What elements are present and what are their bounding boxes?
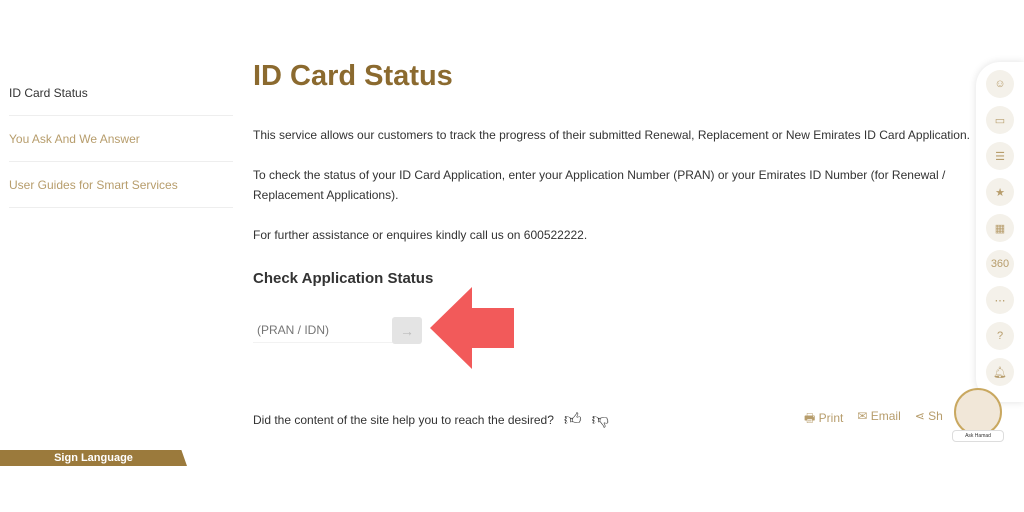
map-icon[interactable]: ⋯ <box>986 286 1014 314</box>
quick-access-rail: ☺ ▭ ☰ ★ ▦ 360 ⋯ ? 🔔︎ <box>976 62 1024 402</box>
services-icon[interactable]: ▦ <box>986 214 1014 242</box>
submit-button[interactable]: → <box>392 317 422 344</box>
assistant-avatar <box>954 388 1002 436</box>
sidebar-item-you-ask[interactable]: You Ask And We Answer <box>9 116 233 162</box>
list-icon[interactable]: ☰ <box>986 142 1014 170</box>
thumbs-down-icon[interactable]: 👎︎ <box>592 409 609 430</box>
arrow-right-icon: → <box>400 322 414 339</box>
rating-icon[interactable]: ★ <box>986 178 1014 206</box>
feedback: Did the content of the site help you to … <box>253 409 609 430</box>
avatar-icon[interactable]: ☺ <box>986 70 1014 98</box>
assistant-label: Ask Hamad <box>952 430 1004 442</box>
instructions-text: To check the status of your ID Card Appl… <box>253 168 946 202</box>
sidebar-item-user-guides[interactable]: User Guides for Smart Services <box>9 162 233 208</box>
feedback-question: Did the content of the site help you to … <box>253 412 554 427</box>
sign-language-button[interactable]: Sign Language <box>0 450 187 466</box>
sidebar: ID Card Status You Ask And We Answer Use… <box>9 70 233 208</box>
share-label: Sh <box>928 409 943 423</box>
sidebar-item-id-card-status[interactable]: ID Card Status <box>9 70 233 116</box>
bell-icon[interactable]: 🔔︎ <box>986 358 1014 386</box>
intro-text: This service allows our customers to tra… <box>253 128 970 142</box>
ask-hamad-assistant[interactable]: Ask Hamad <box>952 388 1004 452</box>
sidebar-item-label: You Ask And We Answer <box>9 131 140 146</box>
form-title: Check Application Status <box>253 270 434 287</box>
print-button[interactable]: 🖶 Print <box>804 409 843 430</box>
share-icon: ⋖ <box>914 409 929 423</box>
red-arrow-annotation <box>430 287 514 369</box>
page-actions: 🖶 Print ✉ Email ⋖ Sh <box>804 409 943 430</box>
page-title: ID Card Status <box>253 60 453 92</box>
email-icon: ✉ <box>857 409 871 423</box>
sidebar-item-label: ID Card Status <box>9 85 88 100</box>
email-label: Email <box>870 409 901 423</box>
contact-text: For further assistance or enquires kindl… <box>253 228 588 242</box>
card-icon[interactable]: ▭ <box>986 106 1014 134</box>
share-button[interactable]: ⋖ Sh <box>915 409 943 430</box>
sidebar-item-label: User Guides for Smart Services <box>9 177 178 192</box>
help-icon[interactable]: ? <box>986 322 1014 350</box>
thumbs-up-icon[interactable]: 👍︎ <box>564 409 582 430</box>
print-label: Print <box>818 411 844 425</box>
application-number-input[interactable] <box>253 318 397 343</box>
print-icon: 🖶 <box>804 411 819 425</box>
email-button[interactable]: ✉ Email <box>857 409 900 430</box>
360-icon[interactable]: 360 <box>986 250 1014 278</box>
